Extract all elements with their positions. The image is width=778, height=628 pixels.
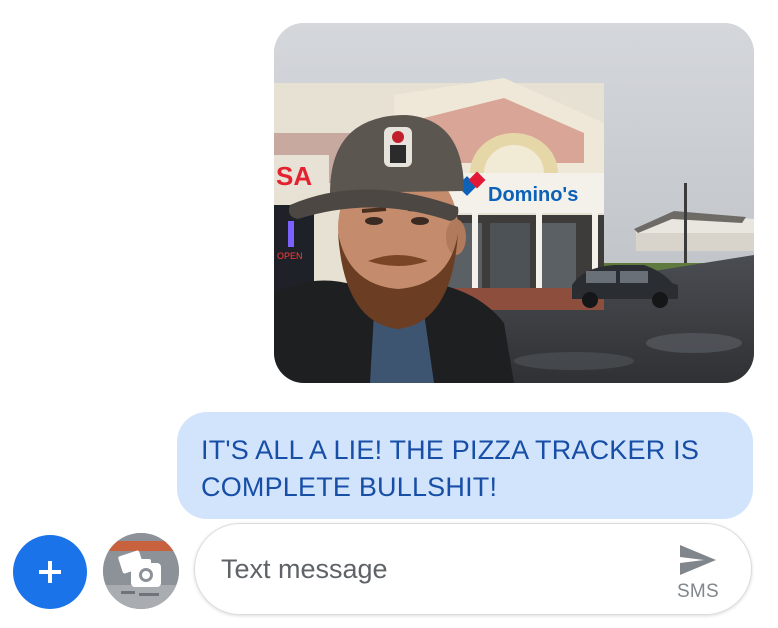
conversation-screen: Domino's SA OPEN IT'S ALL A LIE! THE PIZ… bbox=[0, 0, 778, 628]
send-icon bbox=[680, 545, 716, 575]
camera-gallery-icon bbox=[118, 550, 161, 587]
storefront-sign: Domino's bbox=[488, 184, 578, 206]
send-label: SMS bbox=[676, 581, 720, 602]
compose-field[interactable]: SMS bbox=[194, 523, 752, 615]
send-sms-button[interactable]: SMS bbox=[663, 536, 733, 606]
gallery-button[interactable] bbox=[103, 533, 179, 609]
side-sign: SA bbox=[276, 161, 312, 191]
selfie-photo-image: Domino's SA OPEN bbox=[274, 23, 754, 383]
window-sign: OPEN bbox=[277, 251, 303, 261]
add-attachment-button[interactable] bbox=[13, 535, 87, 609]
photo-message[interactable]: Domino's SA OPEN bbox=[274, 23, 754, 383]
message-text: IT'S ALL A LIE! THE PIZZA TRACKER IS COM… bbox=[201, 435, 700, 502]
plus-icon bbox=[39, 561, 61, 583]
text-message-input[interactable] bbox=[221, 548, 641, 590]
cap-logo bbox=[384, 127, 412, 167]
outgoing-message-bubble[interactable]: IT'S ALL A LIE! THE PIZZA TRACKER IS COM… bbox=[177, 412, 753, 519]
